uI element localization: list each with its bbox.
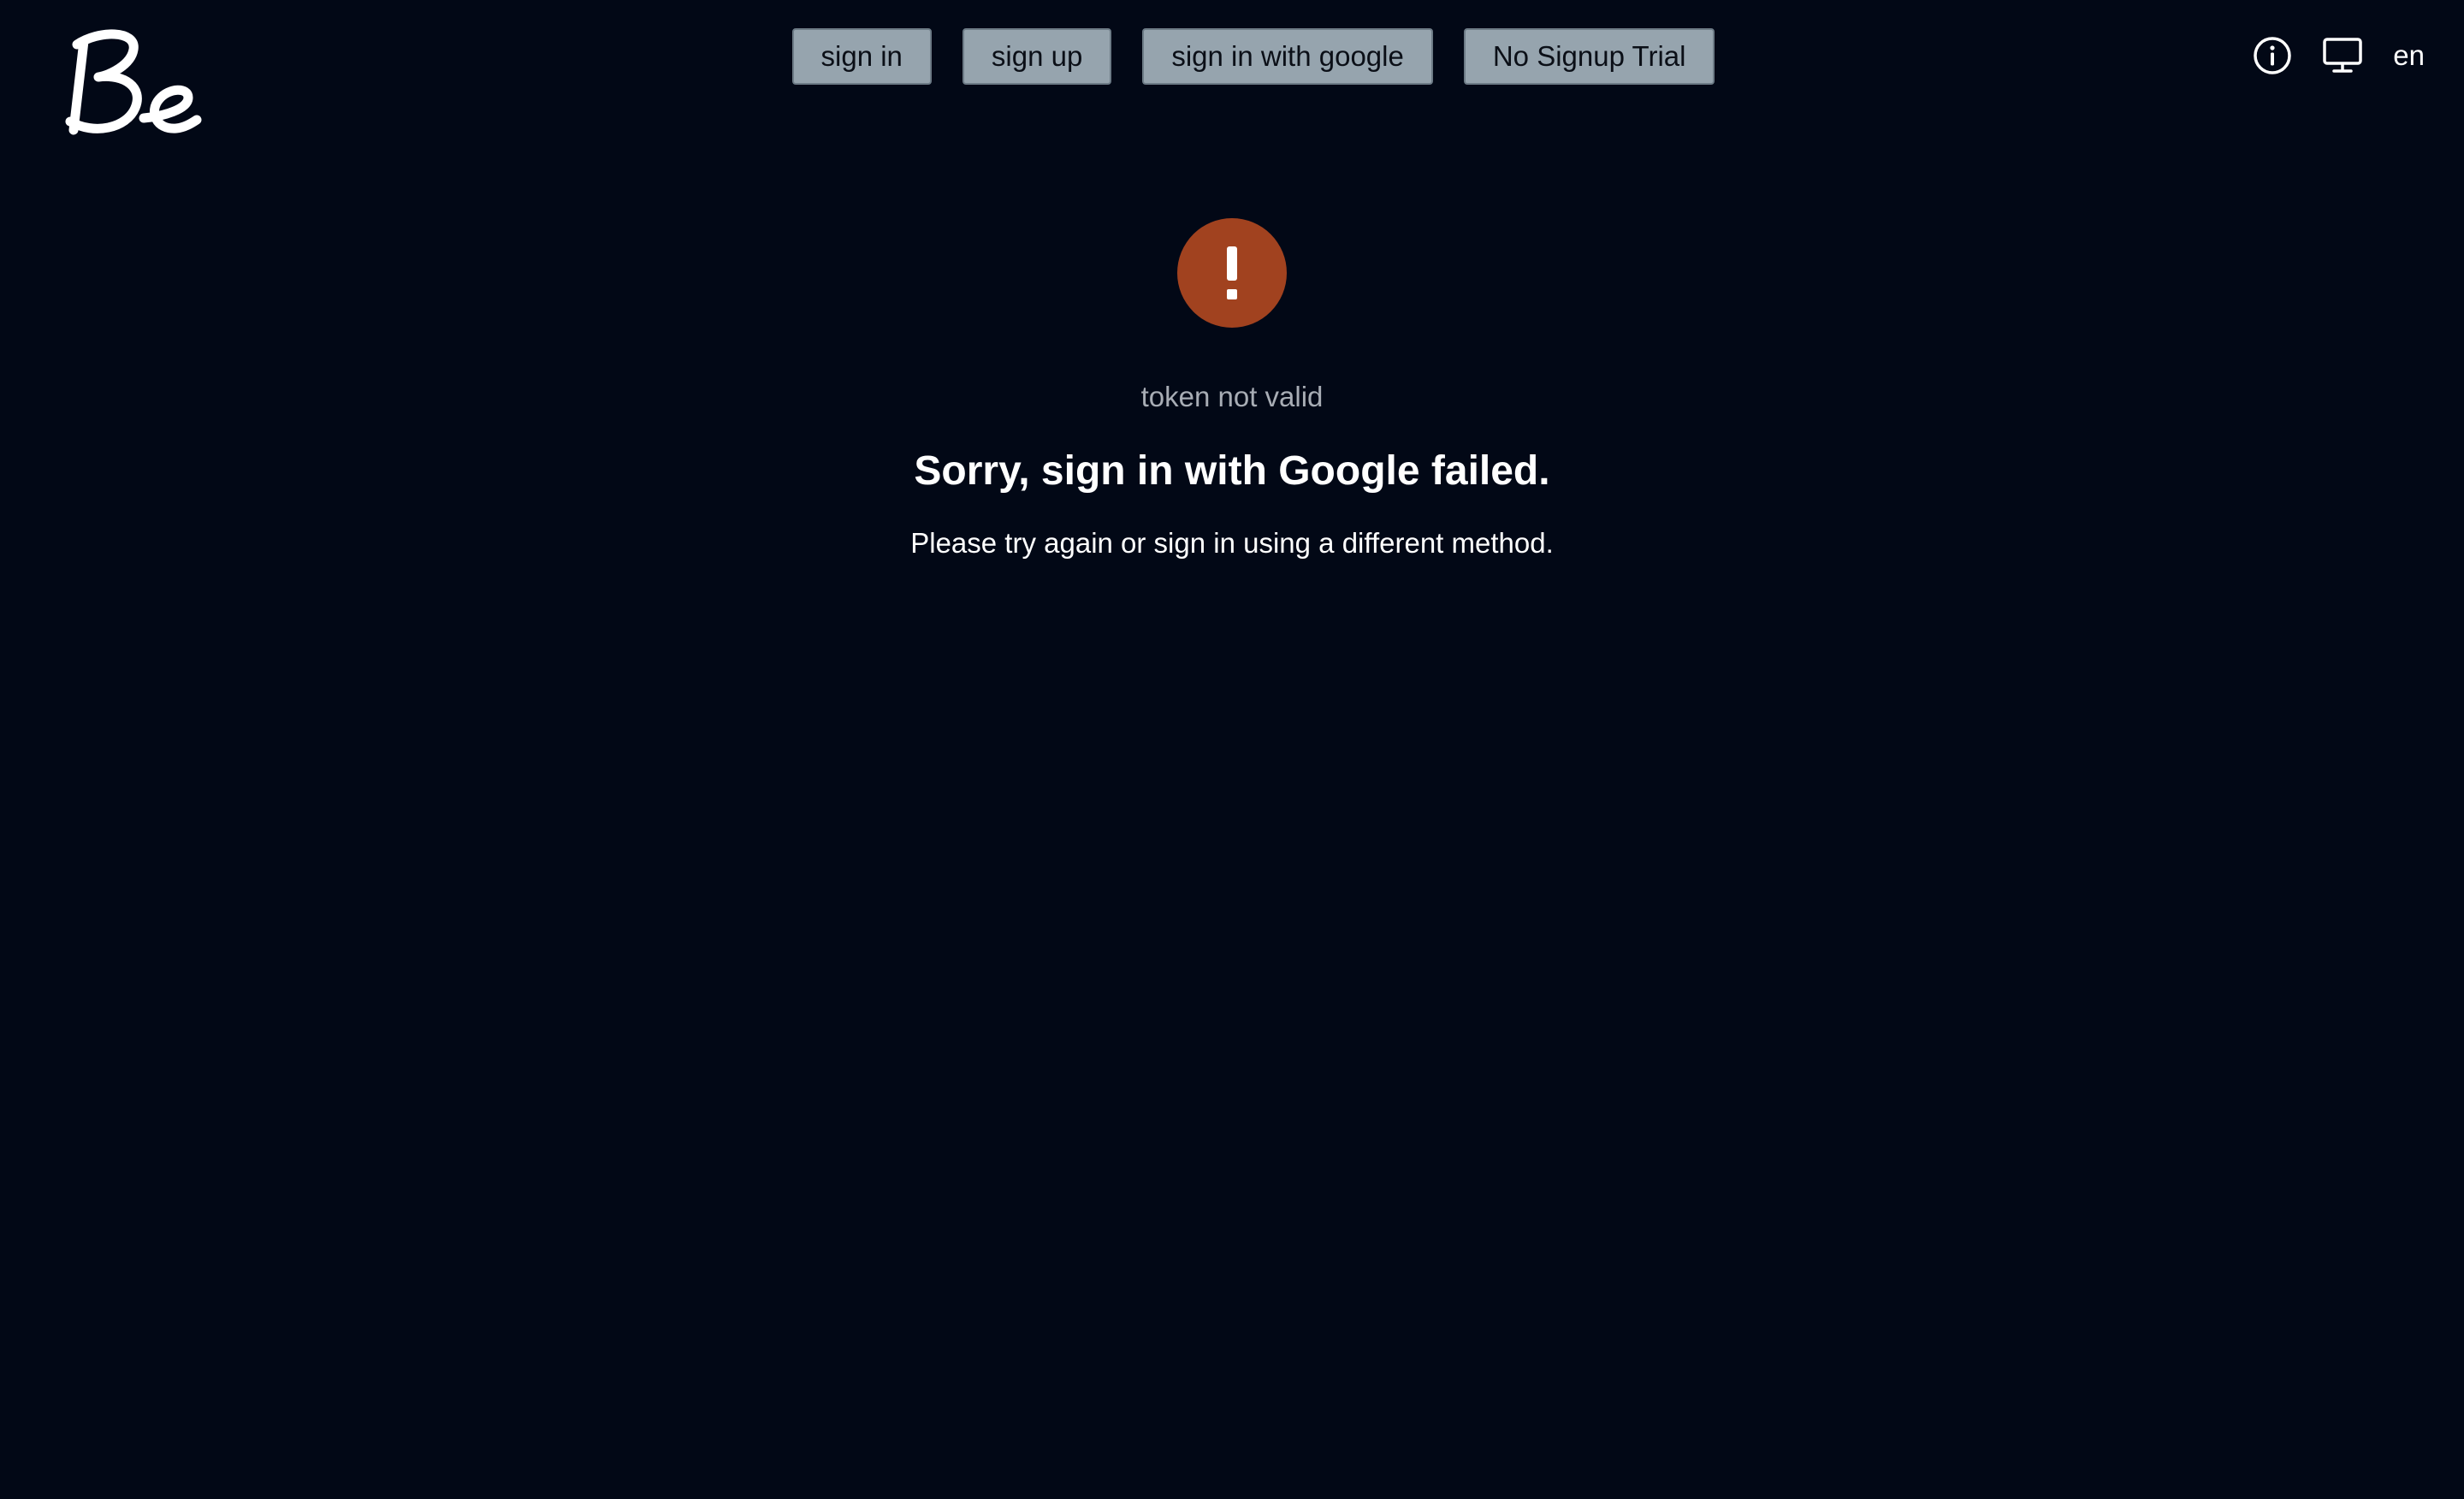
sign-up-button[interactable]: sign up [962,28,1112,85]
language-selector[interactable]: en [2393,39,2425,72]
error-status-badge [1177,218,1287,328]
error-message: Please try again or sign in using a diff… [910,527,1554,559]
info-icon[interactable] [2249,33,2295,79]
page: sign in sign up sign in with google No S… [0,0,2464,1499]
error-title: Sorry, sign in with Google failed. [914,448,1550,494]
error-panel: token not valid Sorry, sign in with Goog… [0,218,2464,560]
auth-nav: sign in sign up sign in with google No S… [0,28,2464,85]
error-code-text: token not valid [1140,381,1324,412]
top-right-toolbar: en [2249,33,2425,79]
sign-in-google-button[interactable]: sign in with google [1142,28,1433,85]
sign-in-button[interactable]: sign in [791,28,932,85]
no-signup-trial-button[interactable]: No Signup Trial [1463,28,1715,85]
monitor-icon[interactable] [2319,33,2366,79]
exclamation-icon [1227,246,1237,299]
